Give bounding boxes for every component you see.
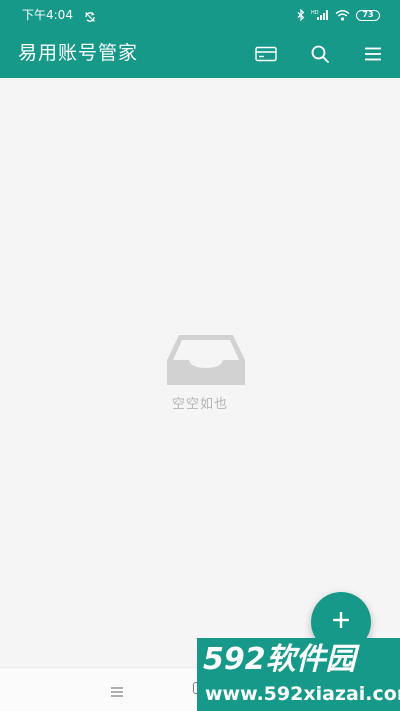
watermark: 592软件园 www.592xiazai.com: [197, 638, 400, 711]
menu-icon[interactable]: [359, 40, 387, 68]
hd-signal-icon: HD: [311, 9, 329, 21]
battery-level: 73: [362, 10, 374, 19]
bluetooth-icon: [297, 9, 305, 21]
watermark-brand: 592软件园: [203, 642, 356, 677]
battery-icon: 73: [356, 9, 380, 21]
app-bar: 易用账号管家: [0, 30, 400, 78]
watermark-url: www.592xiazai.com: [205, 683, 400, 705]
content-area: 空空如也: [0, 78, 400, 667]
status-bar: 下午4:04 HD 73: [0, 0, 400, 30]
menu-lines-icon[interactable]: [110, 683, 124, 697]
status-time: 下午4:04: [22, 8, 73, 22]
status-icons: HD 73: [297, 7, 380, 23]
empty-text: 空空如也: [171, 397, 228, 412]
search-icon[interactable]: [306, 40, 334, 68]
wifi-icon: [335, 9, 350, 21]
empty-inbox-icon: [165, 334, 247, 386]
svg-text:HD: HD: [311, 10, 319, 16]
plus-icon: [332, 611, 350, 633]
sync-off-icon: [84, 8, 96, 22]
card-icon[interactable]: [252, 40, 280, 68]
app-title: 易用账号管家: [18, 42, 139, 64]
